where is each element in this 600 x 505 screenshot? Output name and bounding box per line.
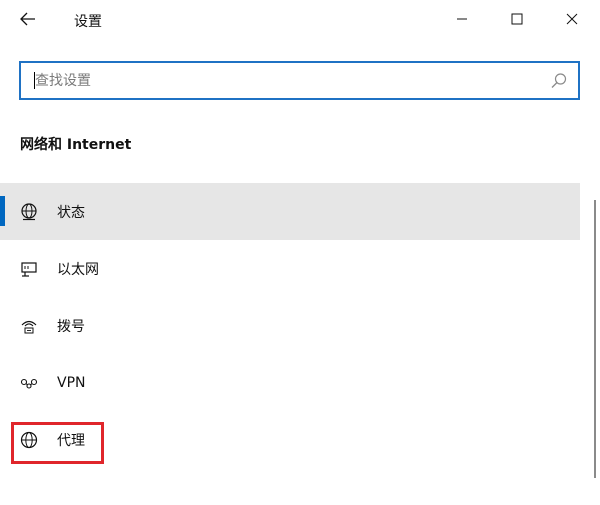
nav-label-ethernet: 以太网	[57, 261, 99, 278]
close-icon	[566, 13, 578, 25]
globe-status-icon	[19, 202, 39, 222]
maximize-icon	[511, 13, 523, 25]
search-box[interactable]	[19, 61, 580, 100]
title-bar: 设置	[0, 0, 600, 40]
minimize-icon	[457, 18, 467, 20]
window-title: 设置	[74, 14, 102, 30]
search-input[interactable]	[35, 63, 535, 98]
nav-item-dialup[interactable]: 拨号	[0, 297, 580, 354]
arrow-left-icon	[20, 12, 35, 26]
highlight-annotation	[11, 422, 104, 464]
nav-item-vpn[interactable]: VPN	[0, 354, 580, 411]
nav-label-vpn: VPN	[57, 374, 86, 391]
dialup-icon	[19, 316, 39, 336]
active-indicator	[0, 196, 5, 226]
section-title: 网络和 Internet	[20, 137, 132, 153]
nav-label-status: 状态	[57, 204, 85, 221]
minimize-button[interactable]	[442, 4, 482, 34]
nav-label-dialup: 拨号	[57, 318, 85, 335]
settings-window: 设置 网络和 Internet	[0, 0, 600, 505]
back-button[interactable]	[10, 4, 46, 34]
nav-item-ethernet[interactable]: 以太网	[0, 240, 580, 297]
vpn-icon	[19, 373, 39, 393]
maximize-button[interactable]	[497, 4, 537, 34]
nav-item-status[interactable]: 状态	[0, 183, 580, 240]
search-icon[interactable]	[550, 72, 568, 90]
close-button[interactable]	[552, 4, 592, 34]
ethernet-icon	[19, 259, 39, 279]
scrollbar[interactable]	[594, 200, 596, 478]
